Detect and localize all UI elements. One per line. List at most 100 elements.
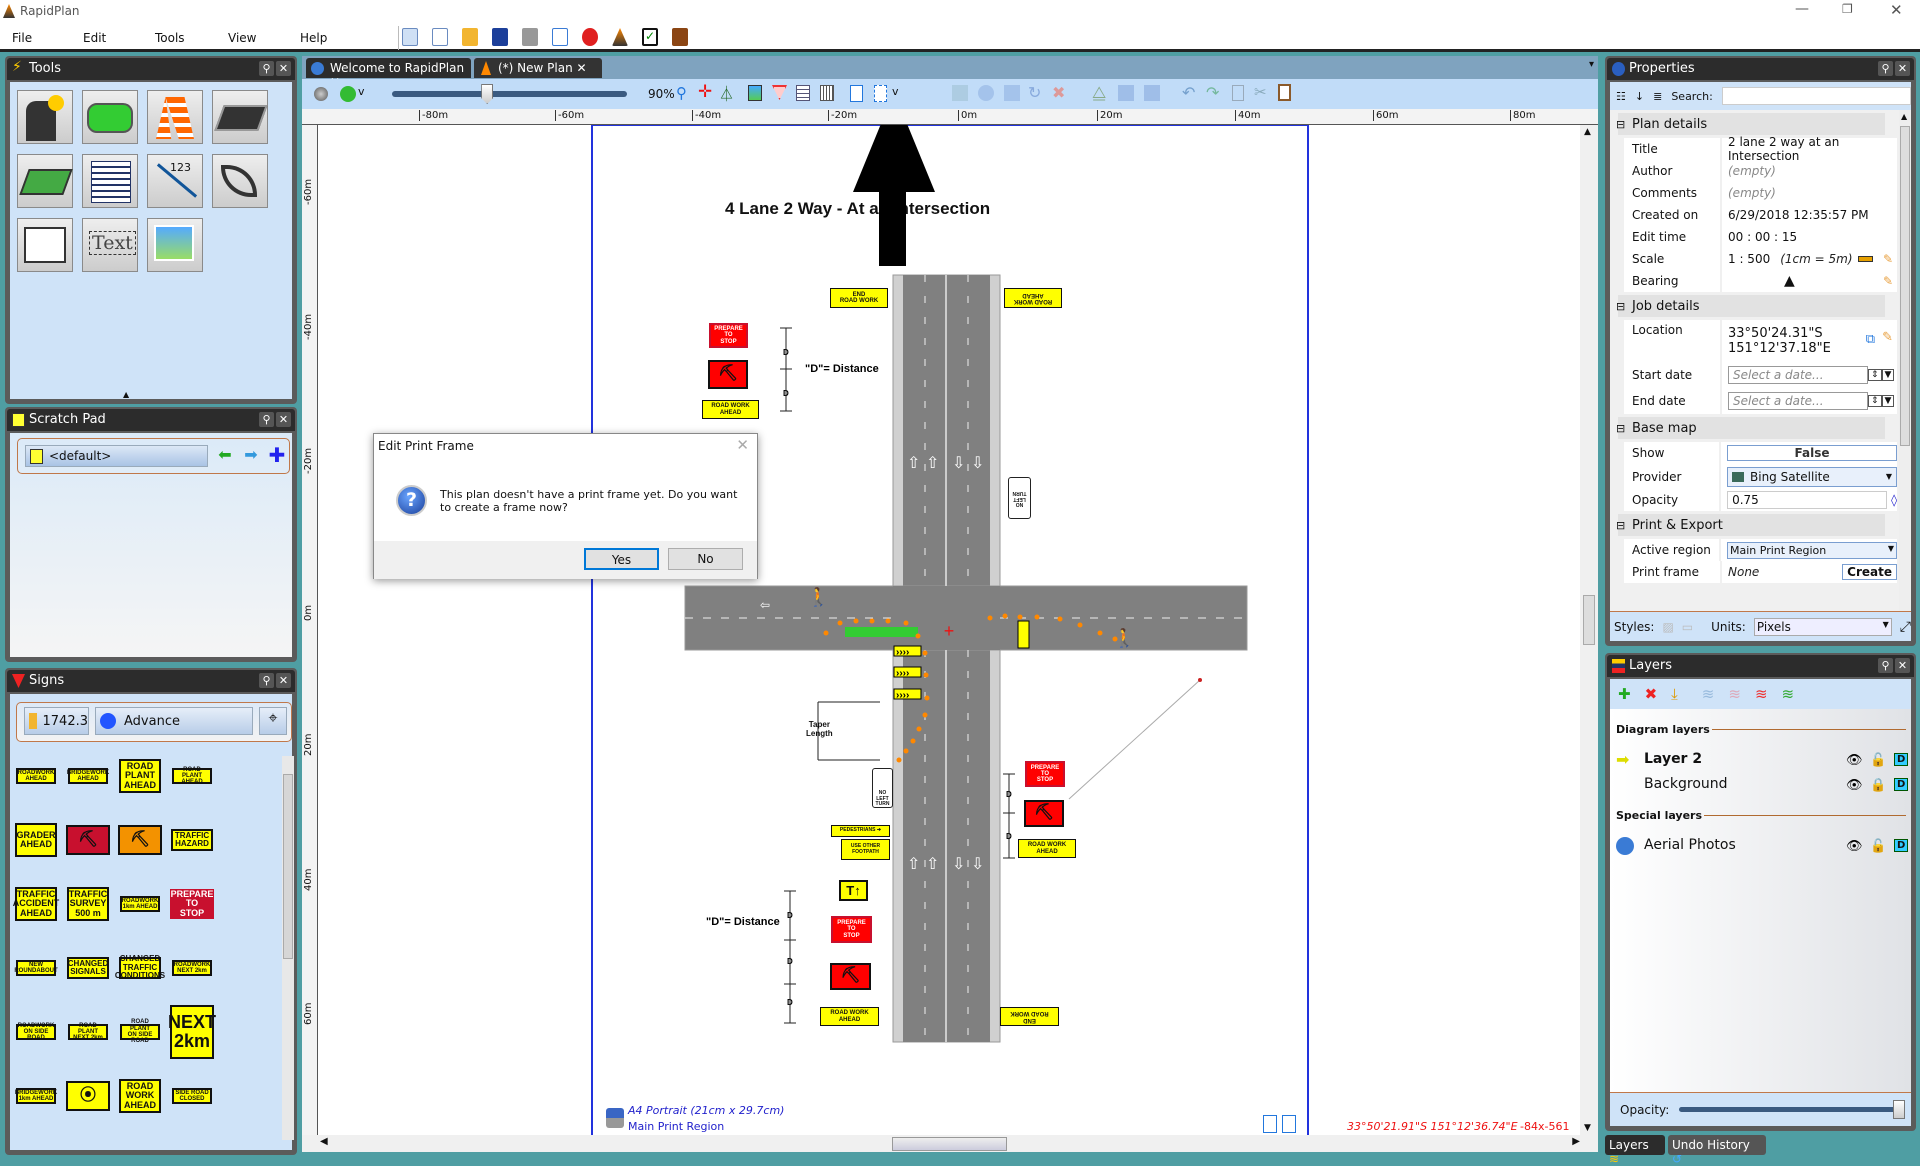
- categorized-icon[interactable]: ☷: [1616, 90, 1626, 103]
- tab-undo-history[interactable]: Undo History ↺: [1668, 1135, 1766, 1166]
- lock-icon[interactable]: 🔓: [1870, 839, 1886, 854]
- sign-lane-status-icon[interactable]: T↑: [839, 880, 868, 901]
- prop-comments-value[interactable]: (empty): [1722, 182, 1897, 204]
- menu-tools[interactable]: Tools: [155, 31, 185, 45]
- sign-palette-item[interactable]: NEXT 2km: [168, 1005, 216, 1059]
- prop-author-value[interactable]: (empty): [1722, 160, 1897, 182]
- design-layer-icon[interactable]: D: [1894, 778, 1909, 791]
- sign-no-left-turn[interactable]: NO LEFT TURN: [872, 768, 893, 808]
- sign-end-road-work[interactable]: END ROAD WORK: [830, 288, 888, 308]
- curve-tool-icon[interactable]: [212, 154, 268, 208]
- restore-button[interactable]: ❐: [1842, 2, 1853, 16]
- properties-scrollbar[interactable]: ▲▼: [1899, 110, 1911, 638]
- sign-prepare-to-stop[interactable]: PREPARE TO STOP: [1025, 761, 1065, 787]
- road-segment-tool-icon[interactable]: [212, 90, 268, 144]
- next-arrow-icon[interactable]: ➡: [240, 445, 262, 467]
- background-image-icon[interactable]: [748, 85, 762, 101]
- text-tool-icon[interactable]: Text: [82, 218, 138, 272]
- page-settings-icon[interactable]: [1263, 1115, 1277, 1133]
- horizontal-scrollbar[interactable]: ◀ ▶: [302, 1135, 1598, 1152]
- menu-edit[interactable]: Edit: [83, 31, 106, 45]
- sign-palette-item[interactable]: ROAD PLANT AHEAD: [119, 759, 161, 793]
- section-plan-details[interactable]: Plan details: [1616, 113, 1885, 135]
- sign-worker-icon[interactable]: ⛏: [1024, 800, 1064, 827]
- expand-icon[interactable]: ⤢: [1900, 619, 1911, 635]
- export-icon[interactable]: [552, 28, 568, 46]
- minimize-button[interactable]: —: [1795, 1, 1809, 17]
- sign-palette-item[interactable]: TRAFFIC ACCIDENT AHEAD: [13, 887, 59, 921]
- close-icon[interactable]: ✕: [276, 61, 291, 76]
- tab-welcome[interactable]: Welcome to RapidPlan ✕: [306, 58, 471, 89]
- eye-icon[interactable]: 👁: [1846, 839, 1863, 854]
- yes-button[interactable]: Yes: [584, 548, 659, 570]
- chevron-down-icon[interactable]: v: [358, 85, 365, 98]
- start-date-input[interactable]: Select a date...: [1728, 366, 1868, 384]
- sign-category-select[interactable]: Advance: [95, 707, 253, 735]
- active-region-select[interactable]: Main Print Region ▼: [1727, 541, 1897, 559]
- legend-icon[interactable]: [796, 85, 810, 101]
- zoom-icon[interactable]: ⚲: [676, 84, 687, 102]
- end-date-input[interactable]: Select a date...: [1728, 392, 1868, 410]
- crosshair-icon[interactable]: ✛: [698, 82, 712, 102]
- grid-icon[interactable]: [820, 85, 834, 101]
- design-layer-icon[interactable]: D: [1894, 839, 1909, 852]
- layer-top-icon[interactable]: ≋: [1755, 685, 1768, 703]
- add-icon[interactable]: ✚: [266, 443, 288, 467]
- menu-view[interactable]: View: [228, 31, 256, 45]
- ruler-icon[interactable]: [1858, 256, 1873, 262]
- print-frame-icon[interactable]: [850, 85, 863, 102]
- sign-palette-item[interactable]: TRAFFIC SURVEY 500 m: [67, 887, 109, 921]
- layer-view-icon[interactable]: [340, 86, 356, 102]
- create-frame-button[interactable]: Create: [1842, 564, 1897, 580]
- signs-scrollbar[interactable]: [282, 756, 294, 1140]
- close-icon[interactable]: ✕: [276, 673, 291, 688]
- chevron-down-icon[interactable]: v: [892, 85, 899, 98]
- pencil-icon[interactable]: ✎: [1883, 252, 1893, 266]
- menu-help[interactable]: Help: [300, 31, 327, 45]
- vertical-scrollbar[interactable]: ▲ ▼: [1580, 125, 1598, 1135]
- sign-palette-item[interactable]: ⛏: [66, 825, 110, 855]
- sign-palette-item[interactable]: ROADWORK AHEAD: [16, 768, 56, 784]
- sign-worker-icon[interactable]: ⛏: [830, 963, 871, 990]
- sign-palette-item[interactable]: ROADWORK ON SIDE ROAD: [16, 1023, 56, 1041]
- scratch-pad-select[interactable]: <default>: [25, 445, 208, 467]
- units-select[interactable]: Pixels ▼: [1753, 617, 1892, 636]
- date-spinner[interactable]: ⇕: [1868, 369, 1882, 381]
- sign-palette-item[interactable]: BRIDGEWORK 1km AHEAD: [15, 1088, 57, 1104]
- image-tool-icon[interactable]: [147, 218, 203, 272]
- no-button[interactable]: No: [668, 548, 743, 570]
- chevron-down-icon[interactable]: ▼: [1881, 369, 1895, 381]
- table-tool-icon[interactable]: [82, 154, 138, 208]
- layer-opacity-slider[interactable]: [1679, 1100, 1906, 1119]
- layer-item-background[interactable]: Background: [1644, 776, 1728, 792]
- sign-palette-item[interactable]: ROAD PLANT NEXT 2km: [68, 1023, 108, 1041]
- merge-layer-icon[interactable]: ⤓: [1671, 685, 1678, 703]
- zoom-slider[interactable]: [392, 84, 627, 104]
- sign-palette-item[interactable]: ROADWORK NEXT 2km: [172, 960, 212, 976]
- sign-code-button[interactable]: 1742.3: [24, 707, 89, 735]
- provider-select[interactable]: Bing Satellite ▼: [1727, 466, 1897, 487]
- close-icon[interactable]: ✕: [1895, 658, 1910, 673]
- north-arrow-icon[interactable]: ⏃: [719, 83, 734, 104]
- tab-new-plan[interactable]: (*) New Plan ✕: [474, 58, 602, 78]
- pin-icon[interactable]: ⚲: [259, 61, 274, 76]
- pin-icon[interactable]: ⚲: [259, 412, 274, 427]
- sign-icon[interactable]: [772, 85, 787, 100]
- sign-road-work-ahead[interactable]: ROAD WORK AHEAD: [702, 400, 759, 419]
- prop-title-value[interactable]: 2 lane 2 way at an Intersection: [1722, 135, 1897, 163]
- sign-palette-item[interactable]: SIDE ROAD CLOSED: [172, 1088, 212, 1104]
- sign-palette-item[interactable]: TRAFFIC HAZARD: [171, 829, 213, 851]
- checklist-icon[interactable]: ✓: [642, 28, 658, 46]
- sign-palette-item[interactable]: ROAD PLANT ON SIDE ROAD: [120, 1019, 160, 1044]
- sign-end-road-work[interactable]: END ROAD WORK: [1000, 1007, 1059, 1026]
- print-region-name[interactable]: Main Print Region: [628, 1120, 724, 1133]
- zoom-slider-thumb[interactable]: [481, 84, 494, 104]
- section-job-details[interactable]: Job details: [1616, 295, 1885, 317]
- design-layer-icon[interactable]: D: [1894, 753, 1909, 766]
- sign-palette-item[interactable]: BRIDGEWORK AHEAD: [67, 768, 109, 784]
- section-base-map[interactable]: Base map: [1616, 417, 1885, 439]
- resize-grip[interactable]: ▲: [123, 390, 129, 399]
- styles-icon[interactable]: ▨: [1662, 620, 1673, 634]
- close-icon[interactable]: ✕: [276, 412, 291, 427]
- sign-palette-item[interactable]: ROADWORK 1km AHEAD: [120, 896, 160, 912]
